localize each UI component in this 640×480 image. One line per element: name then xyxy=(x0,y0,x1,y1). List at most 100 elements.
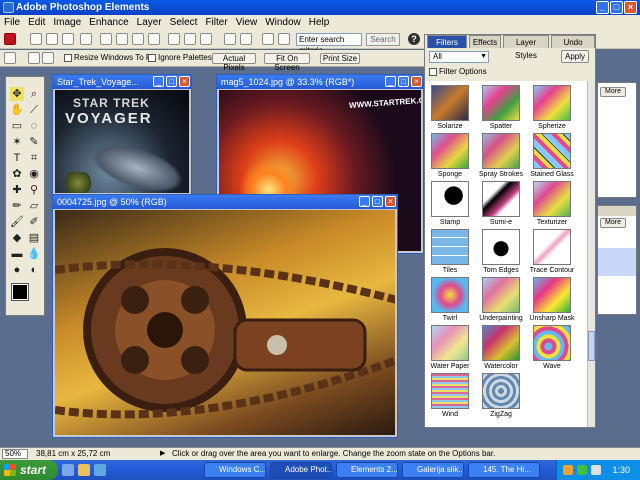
maximize-button[interactable]: □ xyxy=(372,196,383,207)
taskbar-item-galerija[interactable]: Galerija slik... xyxy=(402,462,464,478)
search-input[interactable]: Enter search criteria xyxy=(296,33,362,55)
filter-tiles[interactable]: Tiles xyxy=(427,229,473,275)
blur-tool-icon[interactable]: 💧 xyxy=(27,247,41,261)
taskbar-item-elements[interactable]: Elements 2... xyxy=(336,462,398,478)
lasso-tool-icon[interactable]: ◌ xyxy=(27,119,41,133)
zoom-in-icon[interactable] xyxy=(28,52,40,64)
filter-stained-glass[interactable]: Stained Glass xyxy=(529,133,575,179)
close-button[interactable]: × xyxy=(624,1,637,14)
taskbar-item-145[interactable]: 145. The Hi... xyxy=(468,462,540,478)
brush-tool-icon[interactable]: 🖌 xyxy=(10,215,24,229)
sponge-tool-icon[interactable]: ● xyxy=(10,263,24,277)
browse-icon[interactable] xyxy=(62,33,74,45)
magic-wand-tool-icon[interactable]: ✶ xyxy=(10,135,24,149)
minimize-button[interactable]: _ xyxy=(596,1,609,14)
scrollbar-thumb[interactable] xyxy=(588,331,595,361)
menu-image[interactable]: Image xyxy=(49,15,85,30)
filter-category-dropdown[interactable]: All ▼ xyxy=(429,51,489,63)
filter-wave[interactable]: Wave xyxy=(529,325,575,371)
foreground-color-swatch[interactable] xyxy=(11,283,29,301)
filter-underpainting[interactable]: Underpainting xyxy=(478,277,524,323)
menu-layer[interactable]: Layer xyxy=(133,15,166,30)
gradient-tool-icon[interactable]: ▤ xyxy=(27,231,41,245)
filter-watercolor[interactable]: Watercolor xyxy=(478,325,524,371)
zoom-level-field[interactable]: 50% xyxy=(2,449,28,459)
zoom-out-icon[interactable] xyxy=(42,52,54,64)
menu-select[interactable]: Select xyxy=(166,15,202,30)
tray-icon[interactable] xyxy=(577,465,587,475)
online-services-icon[interactable] xyxy=(184,33,196,45)
email-icon[interactable] xyxy=(168,33,180,45)
print-preview-icon[interactable] xyxy=(148,33,160,45)
maximize-button[interactable]: □ xyxy=(398,76,409,87)
palette-scrollbar[interactable] xyxy=(587,81,595,427)
filter-sumi-e[interactable]: Sumi-e xyxy=(478,181,524,227)
selection-brush-icon[interactable]: ✎ xyxy=(27,135,41,149)
filter-zigzag[interactable]: ZigZag xyxy=(478,373,524,419)
menu-enhance[interactable]: Enhance xyxy=(85,15,132,30)
menu-edit[interactable]: Edit xyxy=(24,15,49,30)
tab-undo-history[interactable]: Undo History xyxy=(551,35,595,60)
fit-on-screen-button[interactable]: Fit On Screen xyxy=(264,53,310,72)
minimize-button[interactable]: _ xyxy=(385,76,396,87)
tab-layer-styles[interactable]: Layer Styles xyxy=(503,35,549,60)
zoom-tool-icon[interactable]: ⌕ xyxy=(27,87,41,101)
actual-pixels-button[interactable]: Actual Pixels xyxy=(212,53,256,72)
zoom-tool-icon[interactable] xyxy=(4,52,16,64)
volume-icon[interactable] xyxy=(591,465,601,475)
filter-wind[interactable]: Wind xyxy=(427,373,473,419)
eyedropper-tool-icon[interactable]: ⟋ xyxy=(27,103,41,117)
crop-tool-icon[interactable]: ⌗ xyxy=(27,151,41,165)
paint-bucket-icon[interactable]: ◆ xyxy=(10,231,24,245)
maximize-button[interactable]: □ xyxy=(166,76,177,87)
hand-tool-icon[interactable]: ✋ xyxy=(10,103,24,117)
red-eye-icon[interactable]: ◉ xyxy=(27,167,41,181)
quick-launch-icon[interactable] xyxy=(94,464,106,476)
more-button[interactable]: More xyxy=(600,87,626,97)
filter-stamp[interactable]: Stamp xyxy=(427,181,473,227)
window-title[interactable]: 0004725.jpg @ 50% (RGB) xyxy=(53,195,397,209)
menu-file[interactable]: File xyxy=(0,15,24,30)
move-tool-icon[interactable]: ✥ xyxy=(10,87,24,101)
pencil-tool-icon[interactable]: ✏ xyxy=(10,199,24,213)
close-button[interactable]: × xyxy=(411,76,422,87)
eraser-tool-icon[interactable]: ▱ xyxy=(27,199,41,213)
filter-unsharp-mask[interactable]: Unsharp Mask xyxy=(529,277,575,323)
filter-trace-contour[interactable]: Trace Contour xyxy=(529,229,575,275)
filter-options-checkbox[interactable] xyxy=(429,68,437,76)
more-button[interactable]: More xyxy=(600,218,626,228)
help-book-icon[interactable] xyxy=(278,33,290,45)
filter-spatter[interactable]: Spatter xyxy=(478,85,524,131)
import-icon[interactable] xyxy=(80,33,92,45)
dodge-tool-icon[interactable]: ◐ xyxy=(27,263,41,277)
marquee-tool-icon[interactable]: ▭ xyxy=(10,119,24,133)
filter-sponge[interactable]: Sponge xyxy=(427,133,473,179)
tab-effects[interactable]: Effects xyxy=(469,35,501,48)
taskbar-item-photoshop[interactable]: Adobe Phot... xyxy=(270,462,332,478)
shape-tool-icon[interactable]: ▬ xyxy=(10,247,24,261)
healing-brush-icon[interactable]: ✚ xyxy=(10,183,24,197)
minimize-button[interactable]: _ xyxy=(153,76,164,87)
resize-windows-checkbox[interactable] xyxy=(64,54,72,62)
menu-view[interactable]: View xyxy=(232,15,262,30)
step-backward-icon[interactable] xyxy=(224,33,236,45)
filter-spherize[interactable]: Spherize xyxy=(529,85,575,131)
print-size-button[interactable]: Print Size xyxy=(320,53,360,64)
ignore-palettes-checkbox[interactable] xyxy=(148,54,156,62)
clone-stamp-icon[interactable]: ⚲ xyxy=(27,183,41,197)
photo-icon[interactable] xyxy=(200,33,212,45)
start-button[interactable]: start xyxy=(0,460,58,480)
selected-layer-row[interactable] xyxy=(598,248,636,276)
cookie-cutter-icon[interactable]: ✿ xyxy=(10,167,24,181)
status-arrow-icon[interactable]: ▶ xyxy=(160,450,166,458)
document-window-gear[interactable]: 0004725.jpg @ 50% (RGB) _ □ × xyxy=(52,194,398,438)
quick-fix-icon[interactable] xyxy=(262,33,274,45)
print-icon[interactable] xyxy=(132,33,144,45)
search-button[interactable]: Search xyxy=(366,33,400,46)
filter-spray-strokes[interactable]: Spray Strokes xyxy=(478,133,524,179)
close-button[interactable]: × xyxy=(179,76,190,87)
maximize-button[interactable]: □ xyxy=(610,1,623,14)
tab-filters[interactable]: Filters xyxy=(427,35,467,48)
filter-torn-edges[interactable]: Torn Edges xyxy=(478,229,524,275)
filter-water-paper[interactable]: Water Paper xyxy=(427,325,473,371)
